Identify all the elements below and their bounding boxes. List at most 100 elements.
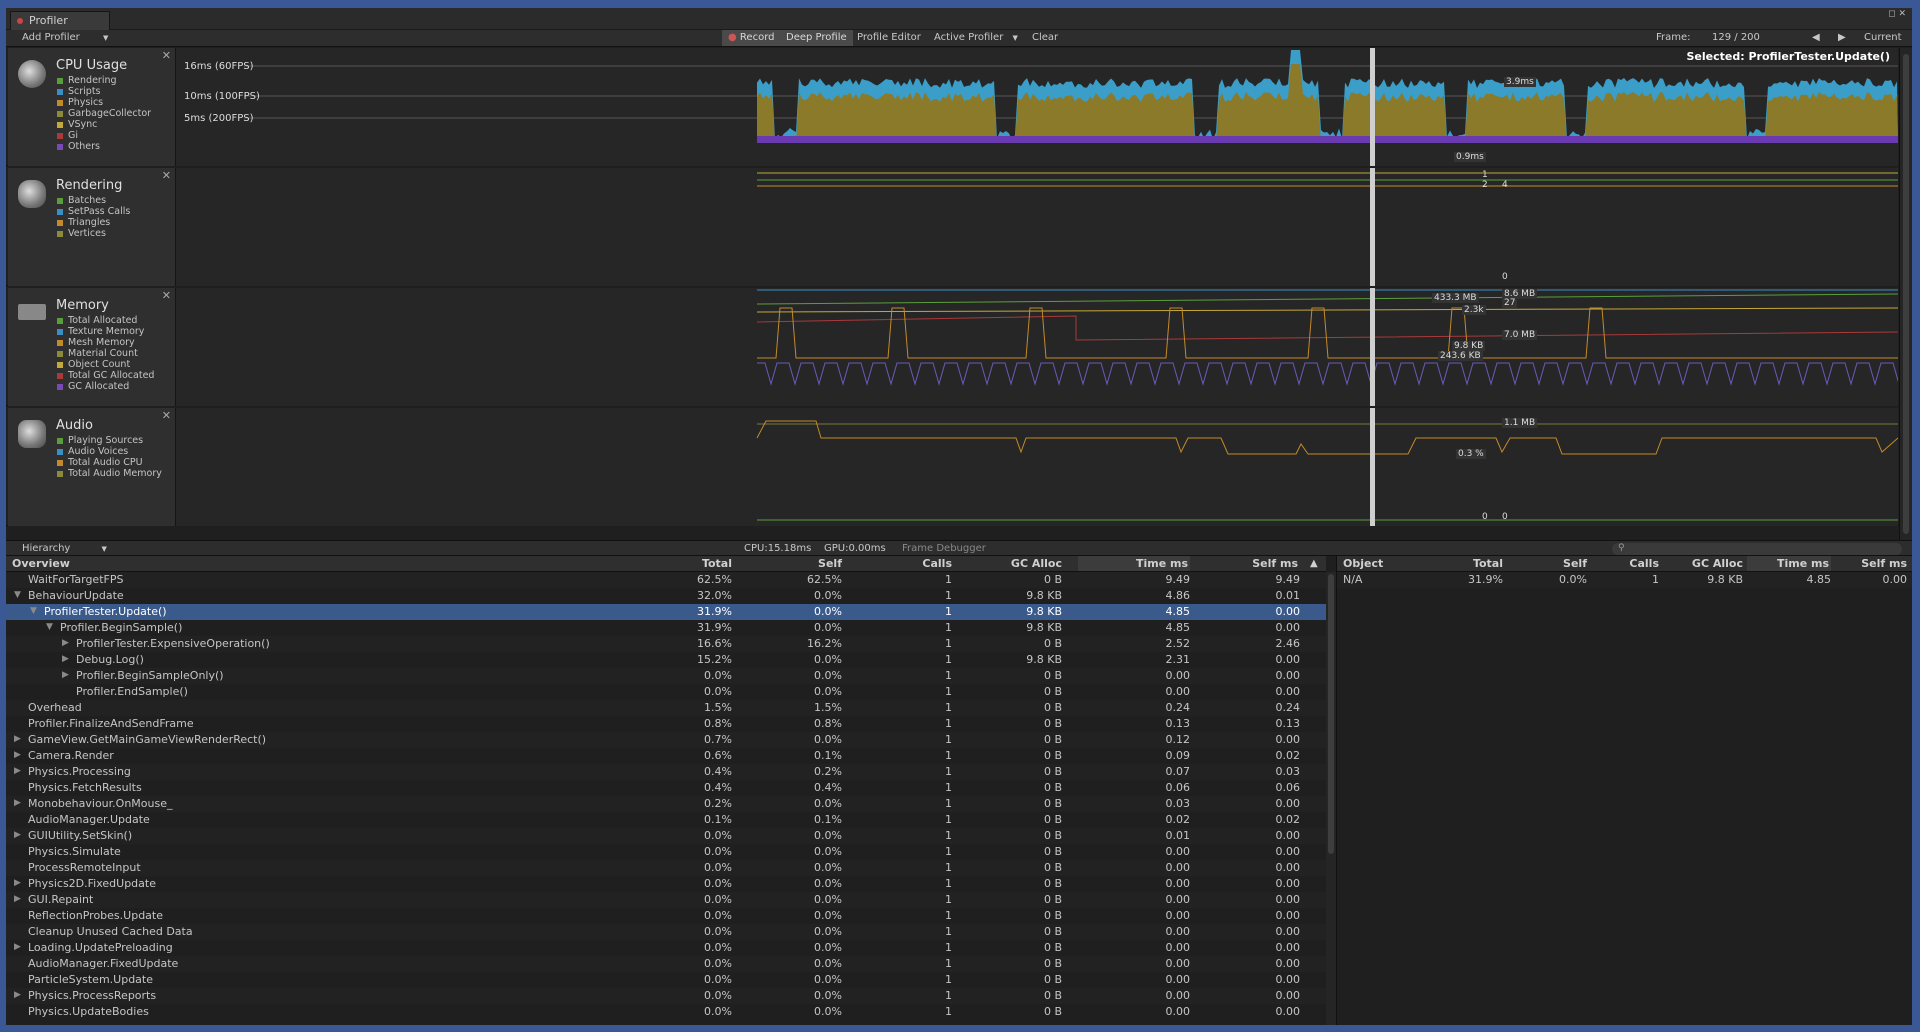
table-row[interactable]: WaitForTargetFPS 62.5% 62.5% 1 0 B 9.49 9.49 <box>6 572 1326 588</box>
close-icon[interactable]: ✕ <box>1898 9 1906 19</box>
cpu-legend[interactable]: CPU Usage Rendering Scripts Physics Garbage… <box>8 48 176 166</box>
prev-frame-button[interactable]: ◀ <box>1806 30 1826 46</box>
memory-legend-item[interactable]: Total GC Allocated <box>57 370 154 381</box>
table-row[interactable]: ParticleSystem.Update 0.0% 0.0% 1 0 B 0.00 0.0… <box>6 972 1326 988</box>
expand-arrow-icon[interactable]: ▶ <box>14 940 21 955</box>
close-icon[interactable]: ✕ <box>162 409 171 422</box>
expand-arrow-icon[interactable]: ▶ <box>14 988 21 1003</box>
col-self[interactable]: Self <box>1521 556 1587 571</box>
col-self-ms[interactable]: Self ms <box>1831 556 1907 571</box>
memory-graph[interactable]: 433.3 MB 8.6 MB 2.3k 27 7.0 MB 9.8 KB 24… <box>176 288 1898 406</box>
deep-profile-button[interactable]: Deep Profile <box>780 30 853 46</box>
record-button[interactable]: ● Record <box>722 30 781 46</box>
audio-row[interactable]: Audio Playing Sources Audio Voices Total A… <box>6 408 1912 526</box>
table-row[interactable]: ▶ Physics2D.FixedUpdate 0.0% 0.0% 1 0 B 0.00 0.… <box>6 876 1326 892</box>
col-gc-alloc[interactable]: GC Alloc <box>1663 556 1743 571</box>
table-row[interactable]: ▶ Profiler.BeginSampleOnly() 0.0% 0.0% 1 0 B 0… <box>6 668 1326 684</box>
scrollbar-thumb[interactable] <box>1328 574 1334 854</box>
col-object[interactable]: Object <box>1343 556 1383 571</box>
col-self-ms[interactable]: Self ms <box>1190 556 1300 571</box>
charts-scrollbar[interactable] <box>1899 48 1912 540</box>
table-row[interactable]: ▶ Loading.UpdatePreloading 0.0% 0.0% 1 0 B 0.0… <box>6 940 1326 956</box>
col-time-ms[interactable]: Time ms <box>1078 556 1190 571</box>
cpu-graph[interactable]: 16ms (60FPS) 10ms (100FPS) 5ms (200FPS) … <box>176 48 1898 166</box>
expand-arrow-icon[interactable]: ▶ <box>14 732 21 747</box>
clear-button[interactable]: Clear <box>1026 30 1064 46</box>
table-row[interactable]: ▼ ProfilerTester.Update() 31.9% 0.0% 1 9.8 KB… <box>6 604 1326 620</box>
table-row[interactable]: Profiler.FinalizeAndSendFrame 0.8% 0.8% 1 0 … <box>6 716 1326 732</box>
memory-legend-item[interactable]: GC Allocated <box>57 381 154 392</box>
table-row[interactable]: AudioManager.FixedUpdate 0.0% 0.0% 1 0 B 0.00… <box>6 956 1326 972</box>
table-row[interactable]: ▶ Camera.Render 0.6% 0.1% 1 0 B 0.09 0.02 <box>6 748 1326 764</box>
cpu-legend-item[interactable]: Physics <box>57 97 151 108</box>
audio-legend-item[interactable]: Audio Voices <box>57 446 162 457</box>
expand-arrow-icon[interactable]: ▶ <box>14 748 21 763</box>
table-row[interactable]: ▼ Profiler.BeginSample() 31.9% 0.0% 1 9.8 KB 4… <box>6 620 1326 636</box>
active-profiler-dropdown[interactable]: Active Profiler ▼ <box>928 30 1024 46</box>
table-row[interactable]: Cleanup Unused Cached Data 0.0% 0.0% 1 0 B 0.… <box>6 924 1326 940</box>
rendering-legend-item[interactable]: SetPass Calls <box>57 206 130 217</box>
expand-arrow-icon[interactable]: ▶ <box>14 828 21 843</box>
col-calls[interactable]: Calls <box>1599 556 1659 571</box>
table-row[interactable]: AudioManager.Update 0.1% 0.1% 1 0 B 0.02 0.02 <box>6 812 1326 828</box>
memory-legend[interactable]: Memory Total Allocated Texture Memory Mesh… <box>8 288 176 406</box>
hierarchy-dropdown[interactable]: Hierarchy ▼ <box>16 541 113 557</box>
expand-arrow-icon[interactable]: ▶ <box>14 764 21 779</box>
col-time-ms[interactable]: Time ms <box>1747 556 1831 571</box>
table-row[interactable]: Profiler.EndSample() 0.0% 0.0% 1 0 B 0.00 0.00 <box>6 684 1326 700</box>
expand-arrow-icon[interactable]: ▶ <box>62 636 69 651</box>
audio-legend[interactable]: Audio Playing Sources Audio Voices Total A… <box>8 408 176 526</box>
frame-debugger-button[interactable]: Frame Debugger <box>896 541 992 557</box>
memory-legend-item[interactable]: Total Allocated <box>57 315 154 326</box>
cpu-legend-item[interactable]: VSync <box>57 119 151 130</box>
audio-graph[interactable]: 1.1 MB 0.3 % 0 0 <box>176 408 1898 526</box>
memory-legend-item[interactable]: Material Count <box>57 348 154 359</box>
table-row[interactable]: Physics.Simulate 0.0% 0.0% 1 0 B 0.00 0.00 <box>6 844 1326 860</box>
tab-profiler[interactable]: Profiler <box>10 11 110 30</box>
rendering-legend-item[interactable]: Batches <box>57 195 130 206</box>
expand-arrow-icon[interactable]: ▼ <box>14 588 21 603</box>
expand-arrow-icon[interactable]: ▶ <box>14 796 21 811</box>
cpu-legend-item[interactable]: Scripts <box>57 86 151 97</box>
table-row[interactable]: ReflectionProbes.Update 0.0% 0.0% 1 0 B 0.00 0… <box>6 908 1326 924</box>
cpu-usage-row[interactable]: CPU Usage Rendering Scripts Physics Garbage… <box>6 48 1912 166</box>
table-row[interactable]: ProcessRemoteInput 0.0% 0.0% 1 0 B 0.00 0.00 <box>6 860 1326 876</box>
add-profiler-dropdown[interactable]: Add Profiler ▼ <box>16 30 114 46</box>
table-row[interactable]: Overhead 1.5% 1.5% 1 0 B 0.24 0.24 <box>6 700 1326 716</box>
audio-legend-item[interactable]: Total Audio Memory <box>57 468 162 479</box>
table-row[interactable]: Physics.UpdateBodies 0.0% 0.0% 1 0 B 0.00 0.00 <box>6 1004 1326 1020</box>
expand-arrow-icon[interactable]: ▼ <box>30 604 37 619</box>
audio-legend-item[interactable]: Total Audio CPU <box>57 457 162 468</box>
col-total[interactable]: Total <box>666 556 732 571</box>
rendering-legend-item[interactable]: Triangles <box>57 217 130 228</box>
memory-legend-item[interactable]: Texture Memory <box>57 326 154 337</box>
expand-arrow-icon[interactable]: ▶ <box>62 652 69 667</box>
hierarchy-scrollbar[interactable] <box>1326 572 1336 1025</box>
next-frame-button[interactable]: ▶ <box>1832 30 1852 46</box>
rendering-legend-item[interactable]: Vertices <box>57 228 130 239</box>
col-gc-alloc[interactable]: GC Alloc <box>996 556 1062 571</box>
close-icon[interactable]: ✕ <box>162 169 171 182</box>
expand-arrow-icon[interactable]: ▶ <box>14 876 21 891</box>
cpu-legend-item[interactable]: Others <box>57 141 151 152</box>
table-row[interactable]: Physics.FetchResults 0.4% 0.4% 1 0 B 0.06 0.06 <box>6 780 1326 796</box>
table-row[interactable]: ▶ ProfilerTester.ExpensiveOperation() 16.6… <box>6 636 1326 652</box>
rendering-row[interactable]: Rendering Batches SetPass Calls Triangles V… <box>6 168 1912 286</box>
expand-arrow-icon[interactable]: ▼ <box>46 620 53 635</box>
table-row[interactable]: ▶ GUI.Repaint 0.0% 0.0% 1 0 B 0.00 0.00 <box>6 892 1326 908</box>
audio-legend-item[interactable]: Playing Sources <box>57 435 162 446</box>
rendering-graph[interactable]: 1 2 4 0 <box>176 168 1898 286</box>
scrollbar-thumb[interactable] <box>1903 54 1909 534</box>
cpu-legend-item[interactable]: Gi <box>57 130 151 141</box>
table-row[interactable]: ▶ Debug.Log() 15.2% 0.0% 1 9.8 KB 2.31 0.00 <box>6 652 1326 668</box>
table-row[interactable]: ▶ GUIUtility.SetSkin() 0.0% 0.0% 1 0 B 0.01 0.0… <box>6 828 1326 844</box>
maximize-icon[interactable]: ◻ <box>1888 9 1895 19</box>
expand-arrow-icon[interactable]: ▶ <box>14 892 21 907</box>
col-overview[interactable]: Overview <box>12 556 70 571</box>
cpu-legend-item[interactable]: GarbageCollector <box>57 108 151 119</box>
table-row[interactable]: ▶ Monobehaviour.OnMouse_ 0.2% 0.0% 1 0 B 0.03 0… <box>6 796 1326 812</box>
window-controls[interactable]: ◻ ✕ <box>1888 10 1906 19</box>
memory-legend-item[interactable]: Mesh Memory <box>57 337 154 348</box>
memory-legend-item[interactable]: Object Count <box>57 359 154 370</box>
profile-editor-button[interactable]: Profile Editor <box>851 30 927 46</box>
